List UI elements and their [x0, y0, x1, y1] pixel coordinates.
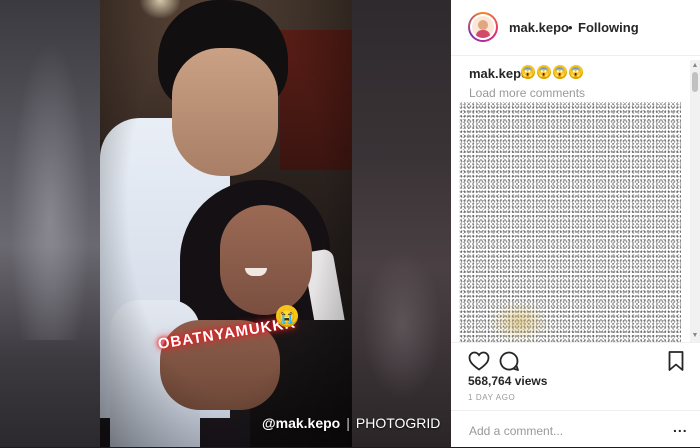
obscured-comments	[459, 102, 681, 342]
comments-section: mak.kepo 😱 😱 😱 😱 Load more comments	[451, 56, 700, 342]
caption-username-link[interactable]: mak.kepo	[469, 66, 529, 81]
scroll-up-arrow-icon[interactable]: ▲	[690, 62, 700, 70]
scroll-thumb[interactable]	[692, 72, 698, 92]
scream-emoji-icon: 😱	[521, 65, 535, 79]
avatar[interactable]	[468, 12, 498, 42]
blurred-background-left	[0, 0, 100, 447]
watermark-brand: PHOTOGRID	[355, 415, 441, 431]
video-frame[interactable]	[100, 0, 352, 447]
caption-text: 😱 😱 😱 😱	[521, 65, 583, 79]
view-count[interactable]: 568,764 views	[468, 374, 547, 388]
post-header: mak.kepo • Following	[451, 0, 700, 56]
crying-emoji-icon: 😭	[276, 305, 298, 327]
scroll-down-arrow-icon[interactable]: ▼	[690, 332, 700, 340]
comment-input[interactable]	[467, 421, 651, 441]
scream-emoji-icon: 😱	[537, 65, 551, 79]
header-username-link[interactable]: mak.kepo	[509, 20, 569, 35]
add-comment-bar: ...	[451, 410, 700, 448]
header-separator-dot: •	[568, 20, 573, 35]
post-media[interactable]: OBATNYAMUKKK 😭 @mak.kepo | PHOTOGRID	[0, 0, 451, 447]
bookmark-icon[interactable]	[664, 349, 688, 373]
watermark: @mak.kepo | PHOTOGRID	[262, 415, 440, 431]
post-side-panel: mak.kepo • Following mak.kepo 😱 😱 😱 😱 Lo…	[451, 0, 700, 447]
load-more-comments-link[interactable]: Load more comments	[469, 86, 585, 100]
watermark-separator: |	[346, 415, 350, 431]
comments-scrollbar[interactable]: ▲ ▼	[690, 60, 700, 342]
following-button[interactable]: Following	[578, 20, 639, 35]
blurred-background-right	[352, 0, 451, 447]
comment-icon[interactable]	[497, 349, 521, 373]
scream-emoji-icon: 😱	[553, 65, 567, 79]
more-options-icon[interactable]: ...	[673, 419, 688, 435]
heart-icon[interactable]	[467, 349, 491, 373]
watermark-handle: @mak.kepo	[262, 415, 341, 431]
scream-emoji-icon: 😱	[569, 65, 583, 79]
post-timestamp[interactable]: 1 DAY AGO	[468, 393, 515, 402]
